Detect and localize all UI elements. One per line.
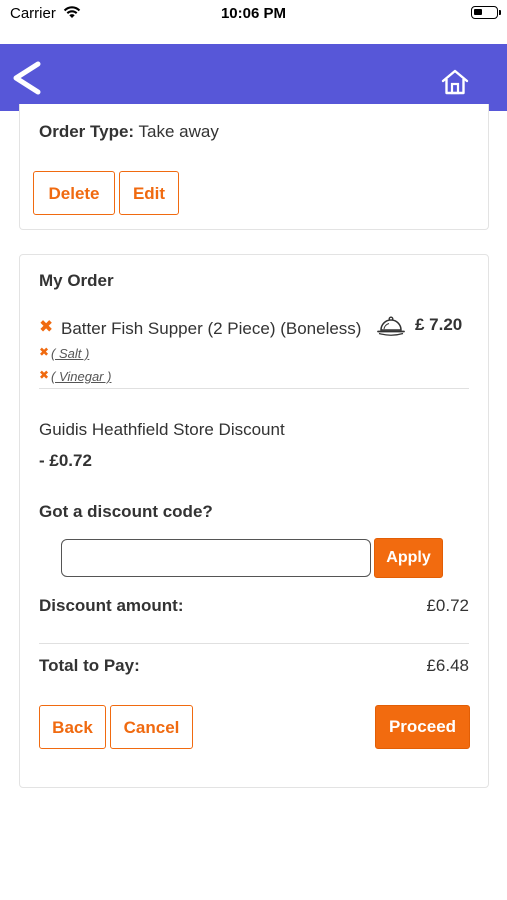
battery-icon <box>471 6 498 19</box>
divider <box>39 643 469 644</box>
edit-button[interactable]: Edit <box>119 171 179 215</box>
store-discount-value: - £0.72 <box>39 451 92 470</box>
order-type-value: Take away <box>138 122 219 141</box>
order-type-card: Order Type: Take away Delete Edit <box>19 104 489 230</box>
remove-modifier-icon[interactable]: ✖ <box>39 368 49 382</box>
discount-amount-value: £0.72 <box>426 596 469 615</box>
home-icon[interactable] <box>440 68 470 96</box>
total-value: £6.48 <box>426 656 469 675</box>
back-button[interactable]: Back <box>39 705 106 749</box>
remove-modifier-icon[interactable]: ✖ <box>39 345 49 359</box>
cancel-button[interactable]: Cancel <box>110 705 193 749</box>
item-name: Batter Fish Supper (2 Piece) (Boneless) <box>61 319 362 338</box>
item-price: £ 7.20 <box>415 315 463 334</box>
discount-code-prompt: Got a discount code? <box>39 502 213 521</box>
proceed-button[interactable]: Proceed <box>375 705 470 749</box>
my-order-card: My Order ✖ Batter Fish Supper (2 Piece) … <box>19 254 489 788</box>
divider <box>39 388 469 389</box>
battery-tip <box>499 10 501 15</box>
order-type: Order Type: Take away <box>39 122 219 142</box>
chevron-left-icon[interactable] <box>8 60 48 96</box>
discount-code-input[interactable] <box>61 539 371 577</box>
remove-item-icon[interactable]: ✖ <box>39 317 53 337</box>
order-type-label: Order Type: <box>39 122 135 141</box>
status-time: 10:06 PM <box>220 5 287 22</box>
modifier-label[interactable]: ( Vinegar ) <box>51 369 111 384</box>
apply-button[interactable]: Apply <box>374 538 443 578</box>
modifier-label[interactable]: ( Salt ) <box>51 346 89 361</box>
store-discount-name: Guidis Heathfield Store Discount <box>39 420 285 439</box>
order-item: ✖ Batter Fish Supper (2 Piece) (Boneless… <box>39 315 471 339</box>
total-label: Total to Pay: <box>39 656 140 675</box>
navigation-bar <box>0 44 507 111</box>
status-bar: Carrier 10:06 PM <box>0 0 507 44</box>
delete-button[interactable]: Delete <box>33 171 115 215</box>
discount-amount-label: Discount amount: <box>39 596 184 615</box>
my-order-title: My Order <box>39 271 114 290</box>
cloche-icon <box>377 315 405 339</box>
